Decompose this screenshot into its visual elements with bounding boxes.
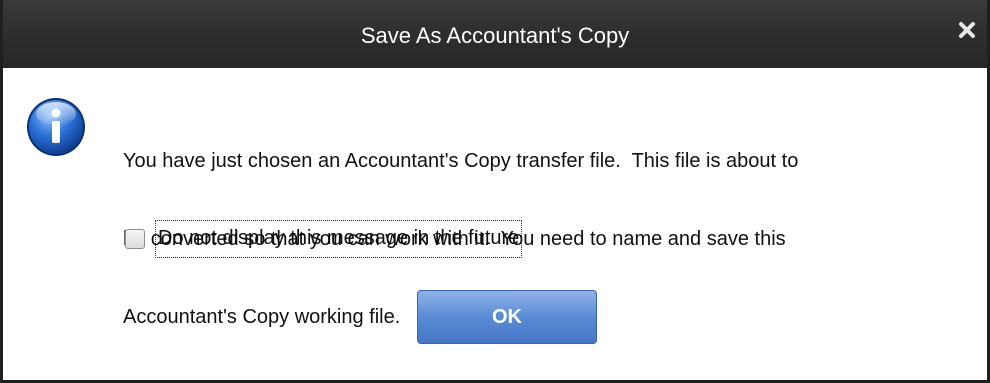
ok-button[interactable]: OK	[417, 290, 597, 344]
dont-show-again-label[interactable]: Do not display this message in the futur…	[155, 220, 523, 258]
dialog-title: Save As Accountant's Copy	[360, 23, 630, 48]
dont-show-again-checkbox[interactable]	[125, 229, 145, 249]
info-icon	[25, 96, 87, 158]
title-bar: Save As Accountant's Copy	[3, 0, 987, 69]
dialog-window: Save As Accountant's Copy You have just …	[0, 0, 990, 383]
close-icon	[959, 22, 975, 38]
close-button[interactable]	[953, 16, 981, 44]
dont-show-again-row[interactable]: Do not display this message in the futur…	[125, 218, 523, 260]
dialog-content: You have just chosen an Accountant's Cop…	[3, 68, 987, 380]
message-line: You have just chosen an Accountant's Cop…	[123, 150, 799, 172]
